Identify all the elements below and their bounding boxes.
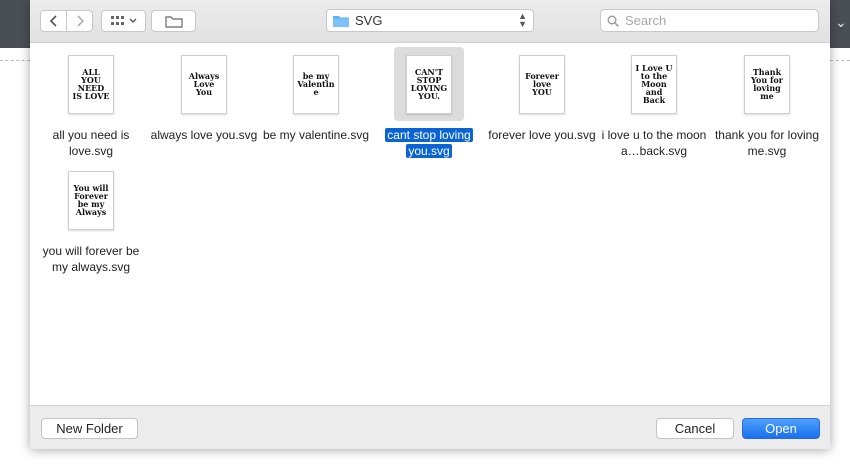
dialog-toolbar: SVG ▲ ▼ bbox=[30, 0, 830, 43]
search-icon bbox=[607, 15, 619, 27]
file-thumbnail: CAN'T STOP LOVING YOU. bbox=[394, 47, 464, 121]
thumbnail-art: I Love U to the Moon and Back bbox=[635, 63, 673, 105]
file-name: all you need is love.svg bbox=[52, 128, 130, 158]
file-item[interactable]: I Love U to the Moon and Back i love u t… bbox=[598, 47, 710, 159]
chevron-down-icon: ⌄ bbox=[835, 14, 847, 30]
file-name: forever love you.svg bbox=[488, 128, 596, 142]
file-name: you will forever be my always.svg bbox=[42, 244, 140, 274]
thumbnail-art: CAN'T STOP LOVING YOU. bbox=[410, 67, 448, 101]
search-field[interactable] bbox=[600, 9, 819, 32]
open-file-dialog: SVG ▲▼ ALL YOU NEED IS LOVE all you need… bbox=[30, 0, 830, 449]
chevron-down-icon bbox=[129, 18, 136, 23]
file-thumbnail: ALL YOU NEED IS LOVE bbox=[56, 47, 126, 121]
thumbnail-art: be my Valentine bbox=[297, 71, 335, 97]
back-button[interactable] bbox=[40, 10, 67, 32]
folder-icon bbox=[333, 15, 349, 27]
cancel-button[interactable]: Cancel bbox=[656, 418, 734, 439]
file-thumbnail: You will Forever be my Always bbox=[56, 163, 126, 237]
background-divider bbox=[830, 60, 850, 61]
forward-button[interactable] bbox=[66, 10, 93, 32]
thumbnail-art: Always Love You bbox=[188, 71, 220, 97]
file-item[interactable]: Forever love YOU forever love you.svg bbox=[486, 47, 598, 143]
file-browser: ALL YOU NEED IS LOVE all you need is lov… bbox=[30, 43, 830, 405]
new-folder-icon-button[interactable] bbox=[151, 10, 196, 32]
file-thumbnail: Thank You for loving me bbox=[732, 47, 802, 121]
file-name: thank you for loving me.svg bbox=[714, 128, 820, 158]
file-thumbnail: Forever love YOU bbox=[507, 47, 577, 121]
thumbnail-art: Thank You for loving me bbox=[751, 67, 783, 101]
file-item[interactable]: Always Love You always love you.svg bbox=[148, 47, 260, 143]
open-button[interactable]: Open bbox=[742, 418, 820, 439]
file-thumbnail: be my Valentine bbox=[281, 47, 351, 121]
file-name: always love you.svg bbox=[150, 128, 258, 142]
thumbnail-art: You will Forever be my Always bbox=[73, 183, 109, 217]
grid-view-icon bbox=[110, 16, 124, 25]
background-divider bbox=[0, 60, 30, 61]
file-item[interactable]: Thank You for loving me thank you for lo… bbox=[711, 47, 823, 159]
chevron-left-icon bbox=[49, 15, 57, 27]
chevron-right-icon bbox=[76, 15, 84, 27]
view-options-button[interactable] bbox=[101, 10, 146, 32]
popup-arrows-icon: ▲ ▼ bbox=[518, 11, 527, 29]
search-input[interactable] bbox=[623, 12, 807, 29]
new-folder-icon bbox=[164, 15, 183, 28]
dialog-footer: New Folder Cancel Open bbox=[30, 405, 830, 449]
file-name: be my valentine.svg bbox=[262, 128, 370, 142]
file-item-selected[interactable]: CAN'T STOP LOVING YOU. cant stop loving … bbox=[373, 47, 485, 159]
location-popup[interactable]: SVG ▲ ▼ bbox=[326, 9, 534, 32]
thumbnail-art: Forever love YOU bbox=[525, 71, 559, 97]
file-item[interactable]: You will Forever be my Always you will f… bbox=[35, 163, 147, 275]
location-label: SVG bbox=[355, 13, 383, 28]
file-thumbnail: Always Love You bbox=[169, 47, 239, 121]
file-item[interactable]: ALL YOU NEED IS LOVE all you need is lov… bbox=[35, 47, 147, 159]
thumbnail-art: ALL YOU NEED IS LOVE bbox=[72, 67, 110, 101]
file-thumbnail: I Love U to the Moon and Back bbox=[619, 47, 689, 121]
file-name: cant stop loving you.svg bbox=[385, 128, 473, 158]
new-folder-button[interactable]: New Folder bbox=[41, 418, 138, 439]
file-item[interactable]: be my Valentine be my valentine.svg bbox=[260, 47, 372, 143]
file-name: i love u to the moon a…back.svg bbox=[601, 128, 707, 158]
